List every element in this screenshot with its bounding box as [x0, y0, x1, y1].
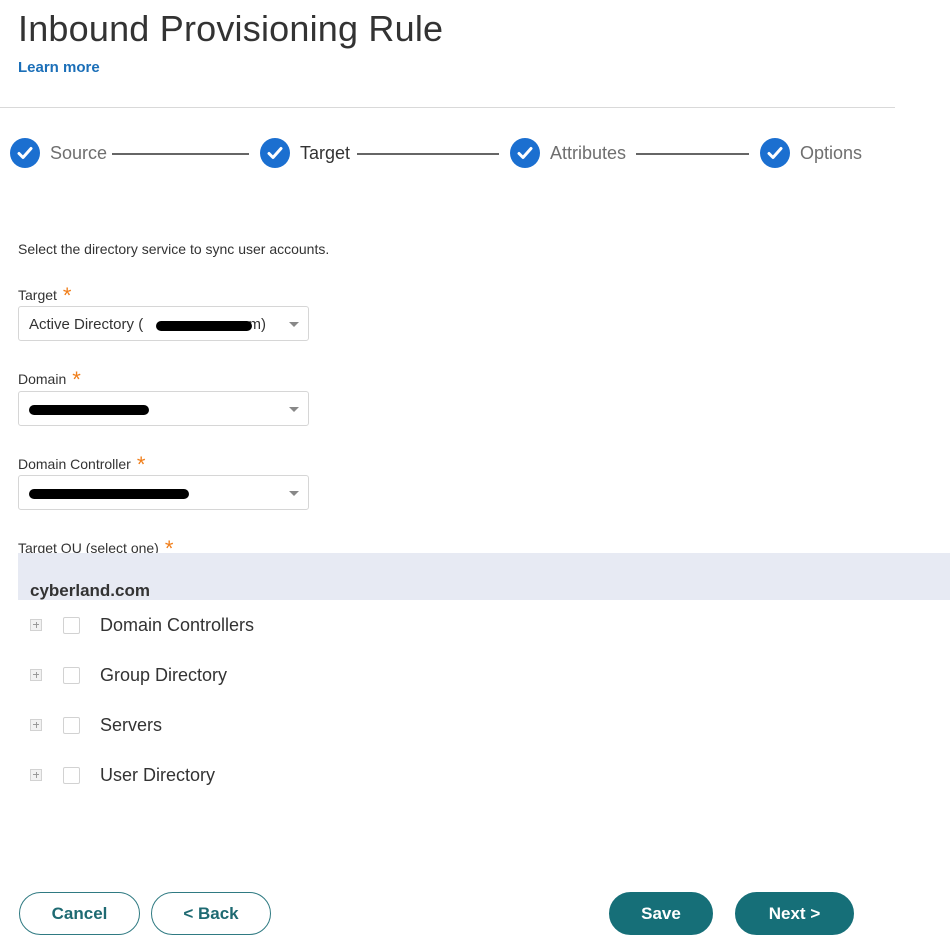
- redaction-mark: [29, 489, 189, 499]
- step-connector: [357, 153, 499, 155]
- step-label: Source: [50, 142, 108, 163]
- tree-item-checkbox[interactable]: [63, 616, 80, 634]
- step-label: Attributes: [550, 142, 627, 163]
- expand-icon[interactable]: [30, 619, 42, 631]
- expand-icon[interactable]: [30, 769, 42, 781]
- tree-item-label[interactable]: User Directory: [100, 765, 215, 786]
- expand-icon[interactable]: [30, 669, 42, 681]
- checkmark-icon: [510, 138, 540, 168]
- target-label: Target *: [18, 280, 72, 308]
- wizard-steps: Source Target Attributes Options: [10, 137, 880, 169]
- tree-item-checkbox[interactable]: [63, 766, 80, 784]
- tree-item: User Directory: [30, 763, 215, 787]
- ou-tree-root[interactable]: cyberland.com: [18, 553, 950, 600]
- checkmark-icon: [10, 138, 40, 168]
- chevron-down-icon: [289, 491, 299, 496]
- cancel-button[interactable]: Cancel: [19, 892, 140, 935]
- tree-item-label[interactable]: Domain Controllers: [100, 615, 254, 636]
- tree-item: Group Directory: [30, 663, 227, 687]
- step-label: Options: [800, 142, 863, 163]
- step-connector: [636, 153, 749, 155]
- target-label-text: Target: [18, 287, 57, 303]
- domain-controller-label: Domain Controller *: [18, 449, 146, 477]
- domain-label-text: Domain: [18, 371, 67, 387]
- header-divider: [0, 107, 895, 108]
- target-value-prefix: Active Directory (: [29, 316, 144, 333]
- required-marker: *: [62, 283, 72, 308]
- form-description: Select the directory service to sync use…: [18, 241, 330, 257]
- save-button[interactable]: Save: [609, 892, 713, 935]
- step-attributes[interactable]: Attributes: [510, 137, 626, 169]
- domain-controller-label-text: Domain Controller: [18, 456, 131, 472]
- domain-label: Domain *: [18, 364, 81, 392]
- page-title: Inbound Provisioning Rule: [18, 8, 444, 49]
- tree-item: Domain Controllers: [30, 613, 254, 637]
- step-source[interactable]: Source: [10, 137, 107, 169]
- checkmark-icon: [260, 138, 290, 168]
- step-connector: [112, 153, 249, 155]
- required-marker: *: [136, 452, 146, 477]
- chevron-down-icon: [289, 407, 299, 412]
- next-button[interactable]: Next >: [735, 892, 854, 935]
- redaction-mark: [156, 321, 252, 331]
- domain-select[interactable]: [18, 391, 309, 426]
- back-button[interactable]: < Back: [151, 892, 271, 935]
- tree-item-checkbox[interactable]: [63, 716, 80, 734]
- tree-item: Servers: [30, 713, 162, 737]
- expand-icon[interactable]: [30, 719, 42, 731]
- step-options[interactable]: Options: [760, 137, 862, 169]
- step-target[interactable]: Target: [260, 137, 350, 169]
- ou-tree-root-label: cyberland.com: [30, 581, 150, 600]
- tree-item-label[interactable]: Servers: [100, 715, 162, 736]
- checkmark-icon: [760, 138, 790, 168]
- domain-controller-select[interactable]: [18, 475, 309, 510]
- redaction-mark: [29, 405, 149, 415]
- target-select[interactable]: Active Directory (om): [18, 306, 309, 341]
- step-label: Target: [300, 142, 351, 163]
- tree-item-label[interactable]: Group Directory: [100, 665, 227, 686]
- required-marker: *: [72, 367, 81, 392]
- tree-item-checkbox[interactable]: [63, 666, 80, 684]
- chevron-down-icon: [289, 322, 299, 327]
- learn-more-link[interactable]: Learn more: [18, 59, 100, 76]
